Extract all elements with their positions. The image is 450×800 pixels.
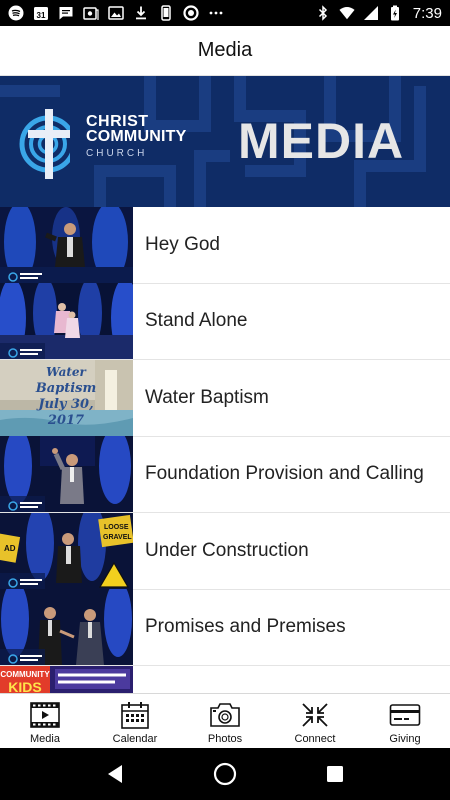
- app-header: Media: [0, 26, 450, 76]
- media-banner: CHRIST COMMUNITY CHURCH MEDIA: [0, 76, 450, 207]
- tab-photos[interactable]: Photos: [180, 694, 270, 748]
- page-title: Media: [197, 39, 253, 61]
- media-item-community-kids[interactable]: COMMUNITY KIDS: [0, 665, 450, 693]
- tab-label: Connect: [294, 733, 336, 745]
- tab-label: Media: [30, 733, 60, 745]
- calendar-icon: [118, 700, 152, 730]
- media-title: Promises and Premises: [145, 616, 346, 638]
- download-icon: [133, 5, 149, 21]
- media-item-under-construction[interactable]: AD LOOSE GRAVEL Under Construction: [0, 512, 450, 590]
- wifi-icon: [339, 5, 355, 21]
- media-title: Foundation Provision and Calling: [145, 463, 424, 485]
- media-title: Under Construction: [145, 539, 309, 561]
- message-icon: [58, 5, 74, 21]
- more-icon: [208, 5, 224, 21]
- media-thumbnail: [0, 283, 133, 360]
- media-thumbnail: [0, 207, 133, 283]
- bluetooth-icon: [315, 5, 331, 21]
- banner-heading: MEDIA: [238, 113, 405, 169]
- connect-arrows-icon: [298, 700, 332, 730]
- thumb-text-2: KIDS: [8, 679, 41, 693]
- media-title: Stand Alone: [145, 310, 248, 332]
- tab-connect[interactable]: Connect: [270, 694, 360, 748]
- thumb-text-1: COMMUNITY: [0, 670, 50, 679]
- system-nav-bar: [0, 748, 450, 800]
- media-item-foundation-provision-and-calling[interactable]: Foundation Provision and Calling: [0, 436, 450, 513]
- image-icon: [108, 5, 124, 21]
- tab-giving[interactable]: Giving: [360, 694, 450, 748]
- media-item-stand-alone[interactable]: Stand Alone: [0, 283, 450, 360]
- media-item-promises-and-premises[interactable]: Promises and Premises: [0, 589, 450, 666]
- recents-icon[interactable]: [315, 754, 355, 794]
- thumb-text-2: Baptism: [35, 381, 97, 396]
- status-bar: 31 7:39: [0, 0, 450, 26]
- phone-icon: [158, 5, 174, 21]
- film-play-icon: [28, 700, 62, 730]
- media-thumbnail: COMMUNITY KIDS: [0, 665, 133, 693]
- signal-icon: [363, 5, 379, 21]
- thumb-text-1: LOOSE: [104, 524, 129, 531]
- tab-calendar[interactable]: Calendar: [90, 694, 180, 748]
- camera-icon: [208, 700, 242, 730]
- media-item-hey-god[interactable]: Hey God: [0, 207, 450, 284]
- status-time: 7:39: [412, 4, 442, 22]
- battery-icon: [387, 5, 403, 21]
- thumb-text-4: 2017: [47, 413, 84, 428]
- media-list[interactable]: Hey God Stand Alone Water Baptism July 3…: [0, 207, 450, 693]
- media-item-water-baptism[interactable]: Water Baptism July 30, 2017 Water Baptis…: [0, 359, 450, 437]
- church-name-line2: COMMUNITY: [86, 128, 187, 145]
- thumb-text-2: GRAVEL: [103, 534, 132, 541]
- spotify-icon: [8, 5, 24, 21]
- media-thumbnail: [0, 436, 133, 513]
- bottom-tab-bar: Media Calendar Photos Connect Giving: [0, 693, 450, 748]
- media-title: Hey God: [145, 233, 220, 255]
- thumb-text-3: AD: [4, 544, 16, 553]
- tab-label: Giving: [389, 733, 421, 745]
- media-title: Water Baptism: [145, 386, 269, 408]
- thumb-text-1: Water: [46, 365, 87, 379]
- calendar-icon: 31: [33, 5, 49, 21]
- tab-media[interactable]: Media: [0, 694, 90, 748]
- media-thumbnail: AD LOOSE GRAVEL: [0, 512, 133, 589]
- back-icon[interactable]: [95, 754, 135, 794]
- church-name-line1: CHRIST: [86, 113, 149, 130]
- thumb-text-3: July 30,: [35, 397, 93, 412]
- photo-gallery-icon: [83, 5, 99, 21]
- church-name-line3: CHURCH: [86, 148, 148, 159]
- media-thumbnail: Water Baptism July 30, 2017: [0, 359, 133, 436]
- credit-card-icon: [388, 700, 422, 730]
- home-icon[interactable]: [205, 754, 245, 794]
- church-logo-icon: [19, 109, 86, 179]
- tab-label: Calendar: [112, 733, 158, 745]
- tab-label: Photos: [207, 733, 243, 745]
- media-thumbnail: [0, 589, 133, 666]
- circle-app-icon: [183, 5, 199, 21]
- church-name: CHRIST COMMUNITY CHURCH: [86, 114, 186, 161]
- calendar-day-text: 31: [37, 11, 46, 20]
